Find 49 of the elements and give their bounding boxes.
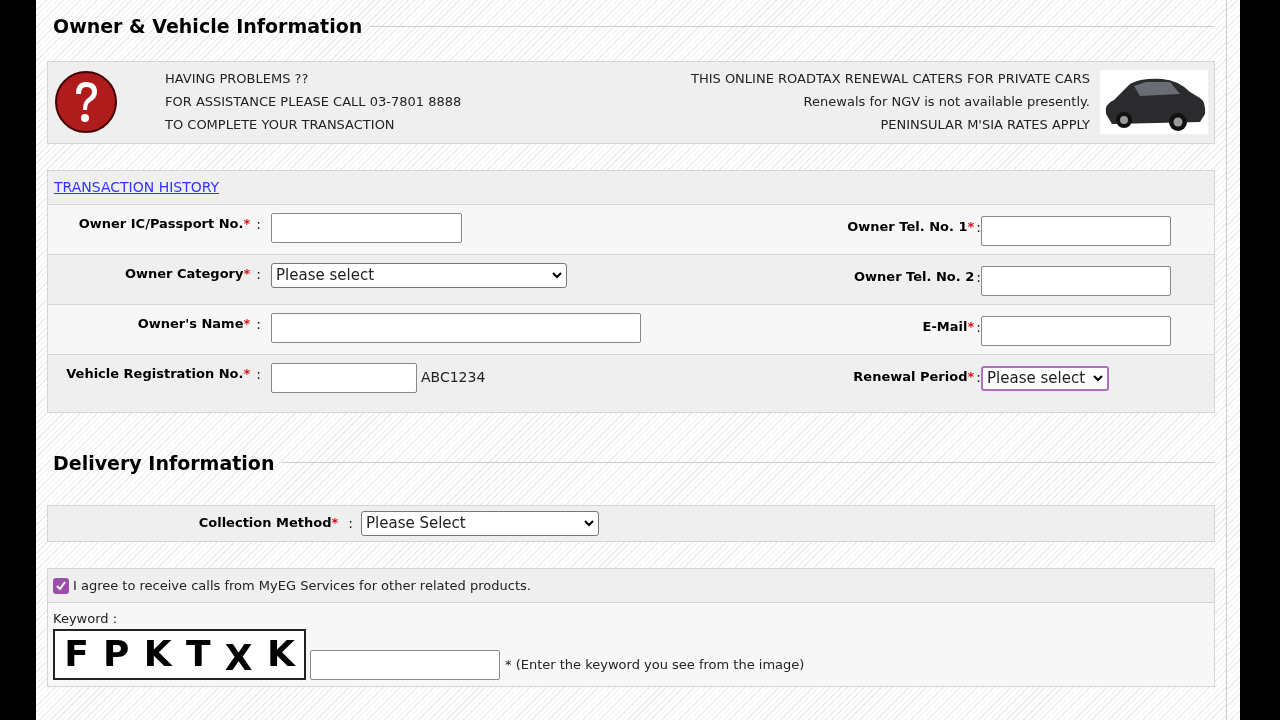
keyword-note: * (Enter the keyword you see from the image): [505, 656, 805, 674]
colon: :: [976, 317, 981, 337]
colon: :: [256, 364, 261, 384]
section-title: Owner & Vehicle Information: [52, 14, 363, 39]
input-field[interactable]: [981, 265, 1171, 296]
question-mark-icon: [54, 70, 118, 134]
notice-text: THIS ONLINE ROADTAX RENEWAL CATERS FOR PRIVATE CARS: [690, 70, 1090, 88]
keyword-input[interactable]: [310, 649, 500, 680]
input-field[interactable]: [981, 315, 1171, 346]
colon: :: [976, 217, 981, 237]
field-label: Collection Method*: [198, 514, 339, 532]
chevron-icon: [552, 271, 562, 279]
input-field[interactable]: [271, 362, 417, 393]
colon: :: [256, 314, 261, 334]
checkmark-icon: [55, 579, 67, 592]
input-field[interactable]: [271, 312, 641, 343]
colon: :: [976, 267, 981, 287]
input-field[interactable]: [271, 212, 462, 243]
notice-text: Renewals for NGV is not available presently.: [803, 93, 1090, 111]
help-text: TO COMPLETE YOUR TRANSACTION: [165, 116, 396, 134]
colon: :: [256, 264, 261, 284]
colon: :: [976, 367, 981, 387]
dropdown[interactable]: Please Select: [361, 511, 599, 536]
input-field[interactable]: [981, 215, 1171, 246]
field-hint: ABC1234: [421, 368, 486, 387]
captcha-image: F P K T X K: [53, 628, 306, 680]
field-label: Owner's Name*: [137, 314, 251, 333]
checkbox[interactable]: [53, 577, 69, 594]
section-title: Delivery Information: [52, 450, 275, 476]
colon: :: [256, 214, 261, 234]
field-label: Owner Tel. No. 1*: [847, 217, 975, 236]
field-label: Owner Category*: [124, 264, 251, 283]
field-label: Owner Tel. No. 2: [854, 267, 975, 286]
dropdown[interactable]: Please select: [271, 262, 567, 288]
dropdown[interactable]: Please select: [981, 365, 1109, 391]
chevron-icon: [1093, 374, 1103, 382]
field-label: Vehicle Registration No.*: [66, 364, 251, 383]
help-text: FOR ASSISTANCE PLEASE CALL 03-7801 8888: [165, 93, 462, 111]
field-label: Renewal Period*: [853, 367, 975, 386]
field-label: Owner IC/Passport No.*: [78, 214, 251, 233]
transaction-history-link[interactable]: TRANSACTION HISTORY: [54, 176, 220, 198]
keyword-label: Keyword :: [53, 610, 119, 628]
chevron-icon: [584, 520, 594, 527]
help-text: HAVING PROBLEMS ??: [165, 70, 310, 88]
car-icon: [1100, 70, 1208, 134]
field-label: E-Mail*: [922, 317, 975, 336]
colon: :: [348, 514, 353, 533]
consent-text: I agree to receive calls from MyEG Services for other related products.: [73, 576, 531, 595]
notice-text: PENINSULAR M'SIA RATES APPLY: [880, 116, 1090, 134]
